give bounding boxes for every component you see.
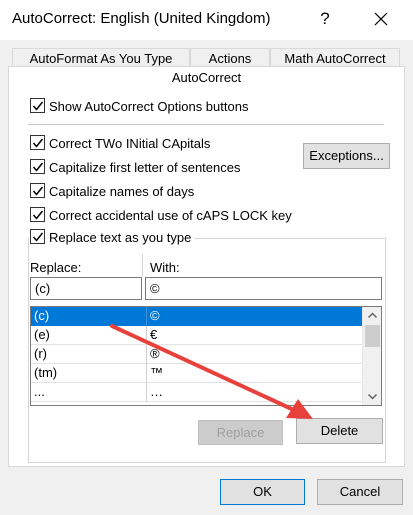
close-button[interactable] [362,4,400,34]
checkbox-label: Show AutoCorrect Options buttons [49,99,249,115]
checkmark-icon [32,101,44,111]
list-item[interactable]: (tm) ™ [31,364,362,383]
correct-two-initial-capitals-checkbox[interactable]: Correct TWo INitial CApitals [30,135,210,155]
group-separator [191,238,386,239]
checkmark-icon [32,186,44,196]
checkbox-box[interactable] [30,229,45,245]
replace-input[interactable]: (c) [30,277,142,300]
checkbox-box[interactable] [30,98,45,114]
replace-column-header: Replace: [30,260,82,275]
checkbox-box[interactable] [30,183,45,199]
checkbox-box[interactable] [30,159,45,175]
checkbox-label: Capitalize first letter of sentences [49,160,241,176]
capitalize-first-letter-checkbox[interactable]: Capitalize first letter of sentences [30,159,240,179]
list-scrollbar[interactable] [362,307,381,405]
checkbox-label: Correct TWo INitial CApitals [49,136,211,152]
chevron-up-icon [368,312,377,318]
correct-caps-lock-checkbox[interactable]: Correct accidental use of cAPS LOCK key [30,207,292,227]
list-item[interactable]: (e) € [31,326,362,345]
capitalize-names-of-days-checkbox[interactable]: Capitalize names of days [30,183,194,203]
chevron-down-icon [368,394,377,400]
checkmark-icon [32,210,44,220]
list-item-with: ™ [147,364,362,383]
list-item-replace: (r) [31,345,147,364]
replacement-list[interactable]: (c) © (e) € (r) ® (tm) ™ ... … [30,306,382,406]
header-divider [142,254,143,276]
checkbox-box[interactable] [30,135,45,151]
separator [28,124,384,125]
checkbox-label: Replace text as you type [49,230,192,246]
list-item-with: € [147,326,362,345]
checkmark-icon [32,162,44,172]
with-input[interactable]: © [145,277,382,300]
help-button[interactable]: ? [310,4,340,34]
checkmark-icon [32,138,44,148]
checkbox-label: Correct accidental use of cAPS LOCK key [49,208,292,224]
scroll-down-button[interactable] [363,388,381,405]
delete-button[interactable]: Delete [296,418,383,444]
list-item-replace: (e) [31,326,147,345]
checkbox-label: Capitalize names of days [49,184,195,200]
list-item[interactable]: (c) © [31,307,362,326]
scroll-thumb[interactable] [365,325,380,347]
checkbox-box[interactable] [30,207,45,223]
exceptions-button[interactable]: Exceptions... [303,143,390,169]
scroll-up-button[interactable] [363,307,381,324]
close-icon [374,12,388,26]
list-item-with: … [147,383,362,402]
with-column-header: With: [150,260,180,275]
replace-text-as-you-type-checkbox[interactable]: Replace text as you type [30,229,196,249]
ok-button[interactable]: OK [220,479,305,505]
list-item-with: ® [147,345,362,364]
list-item-with: © [147,307,362,326]
list-item[interactable]: ... … [31,383,362,402]
show-options-buttons-checkbox[interactable]: Show AutoCorrect Options buttons [30,98,248,118]
list-item-replace: (tm) [31,364,147,383]
list-item[interactable]: (r) ® [31,345,362,364]
list-item-replace: ... [31,383,147,402]
list-item-replace: (c) [31,307,147,326]
checkmark-icon [32,232,44,242]
window-title: AutoCorrect: English (United Kingdom) [12,10,271,27]
tab-autocorrect[interactable]: AutoCorrect [8,66,405,88]
cancel-button[interactable]: Cancel [317,479,403,505]
replace-button[interactable]: Replace [198,420,283,445]
